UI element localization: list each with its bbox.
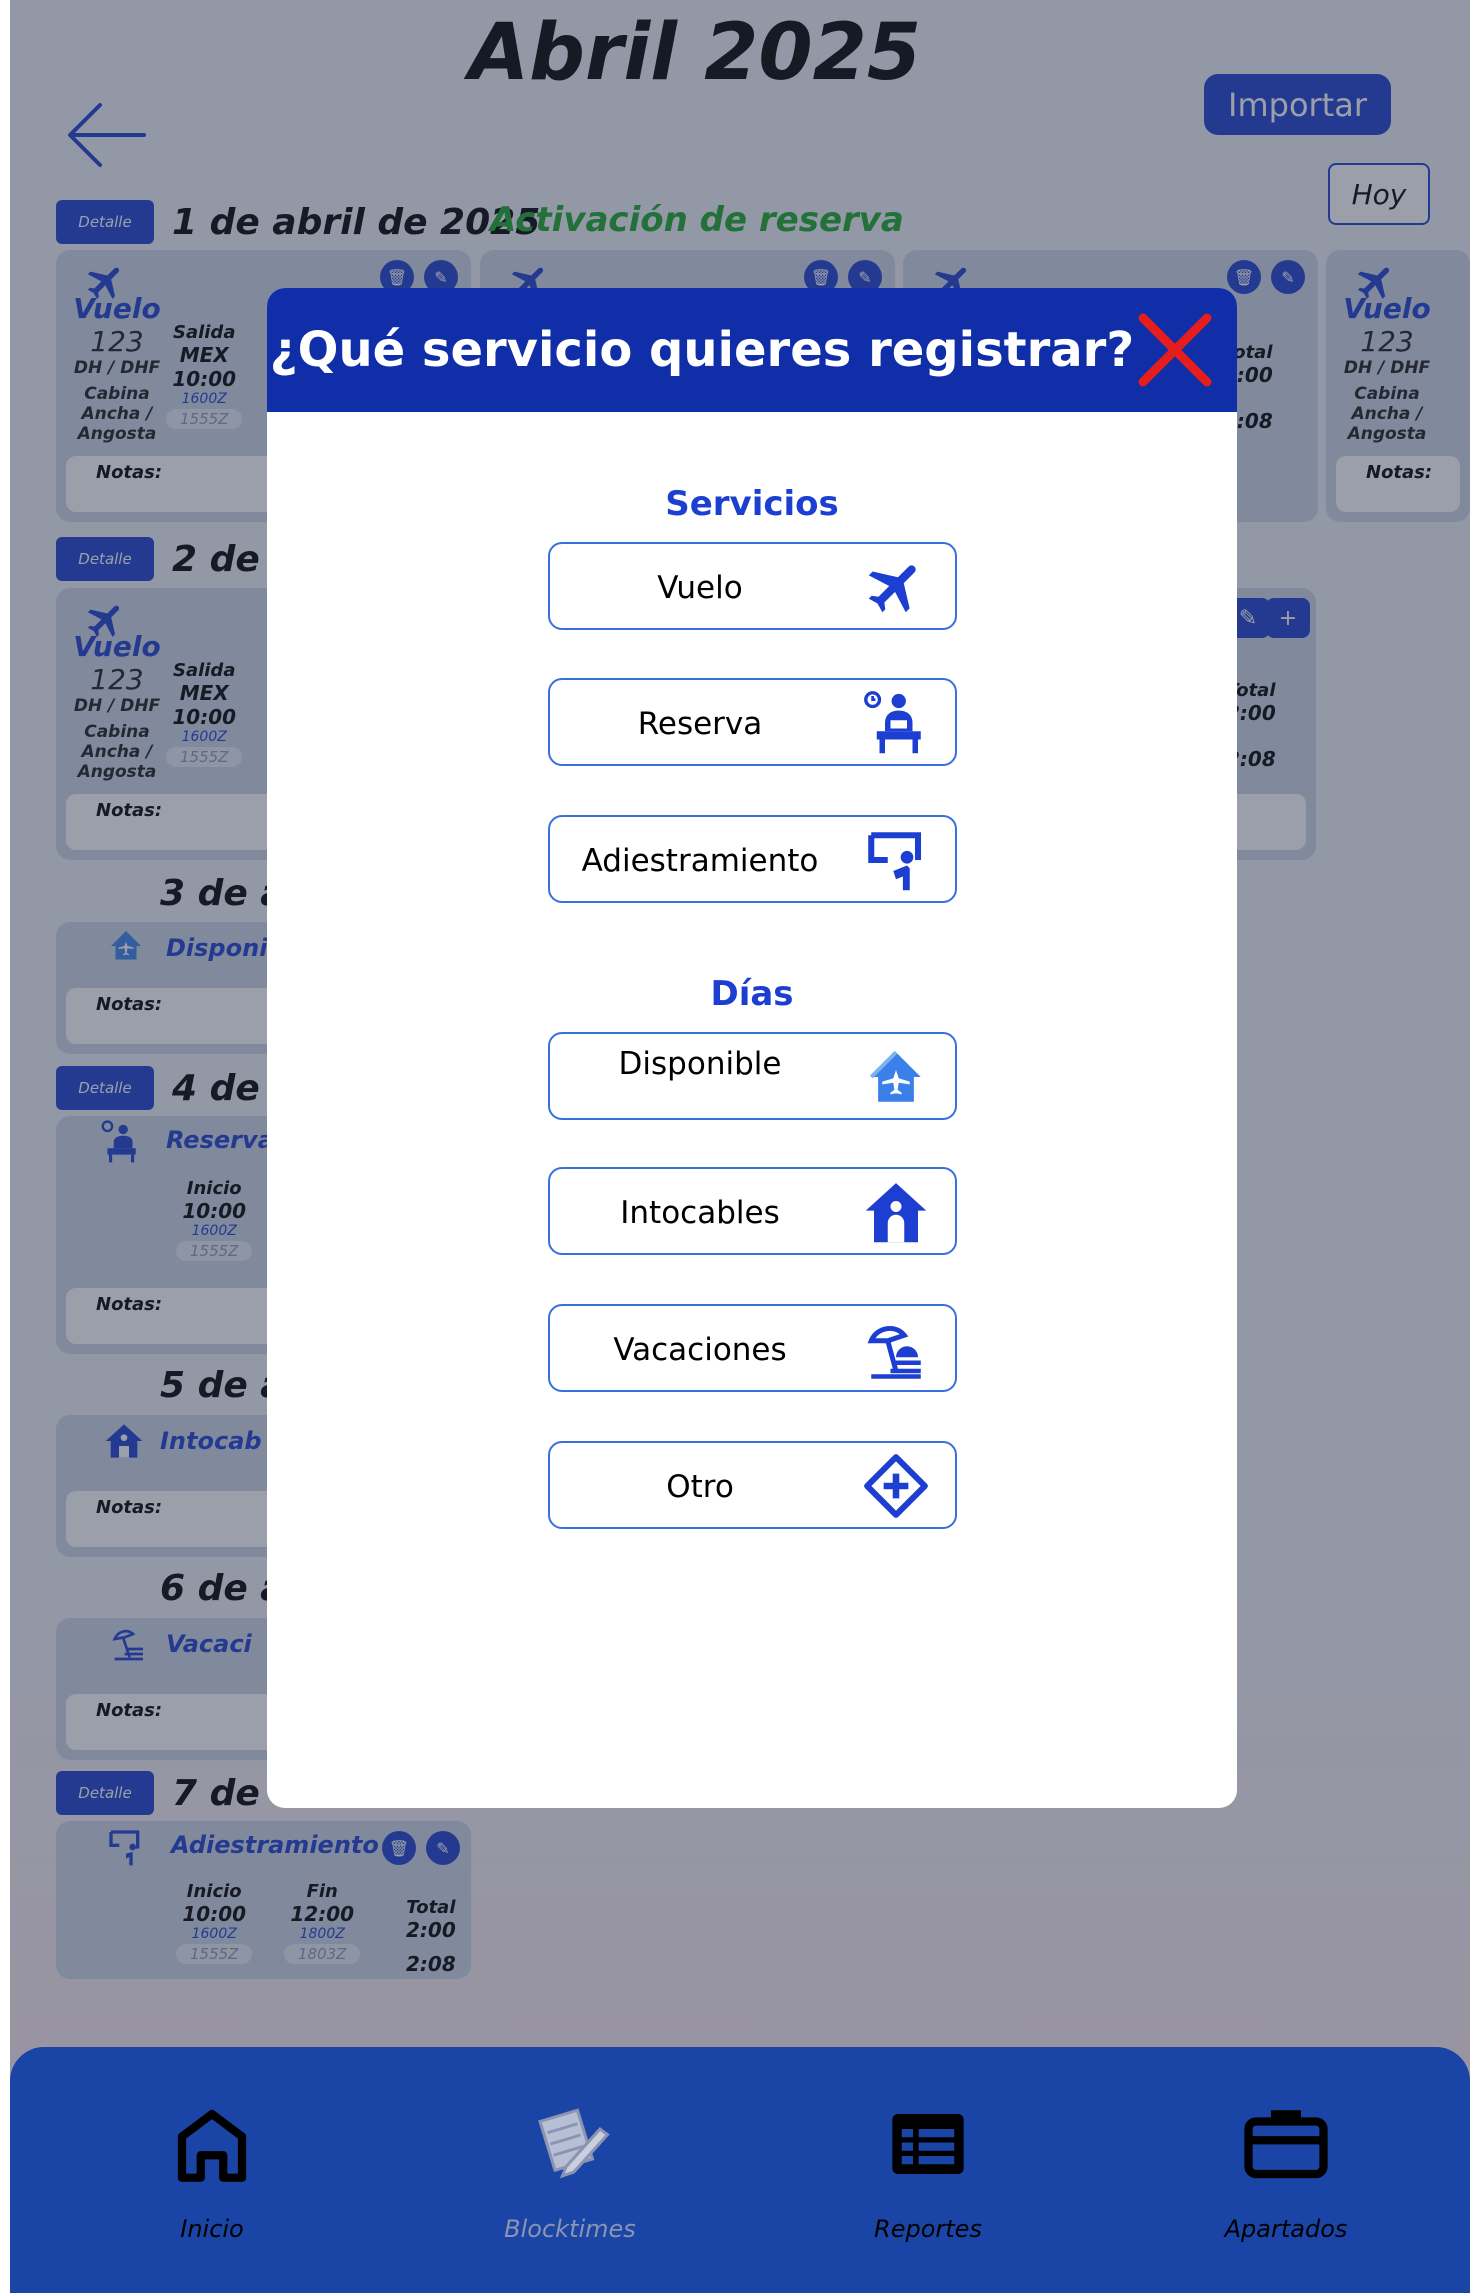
nav-label: Inicio [180,2215,244,2243]
briefcase-icon [1244,2110,1328,2179]
modal-title: ¿Qué servicio quieres registrar? [269,322,1135,378]
days-heading: Días [710,974,794,1014]
option-vuelo-button[interactable]: Vuelo [548,542,957,630]
table-icon [892,2114,964,2174]
option-intocables-button[interactable]: Intocables [548,1167,957,1255]
services-heading: Servicios [665,484,839,524]
nav-item-inicio[interactable]: Inicio [62,2047,362,2293]
option-disponible-button[interactable]: Disponible [548,1032,957,1120]
diamond-plus-icon [864,1454,928,1518]
modal-header: ¿Qué servicio quieres registrar? [267,288,1237,412]
option-label: Adiestramiento [581,843,819,879]
option-label: Disponible [618,1046,782,1082]
option-vacaciones-button[interactable]: Vacaciones [548,1304,957,1392]
nav-label: Reportes [874,2215,982,2243]
option-reserva-button[interactable]: Reserva [548,678,957,766]
option-label: Reserva [637,706,763,742]
training-board-icon [868,832,922,891]
option-adiestramiento-button[interactable]: Adiestramiento [548,815,957,903]
home-airplane-icon [869,1050,921,1102]
option-label: Otro [666,1469,734,1505]
option-label: Intocables [620,1195,780,1231]
bottom-nav: Inicio Blocktimes Reportes Apartados [10,2047,1470,2293]
home-icon [177,2109,247,2182]
service-modal: ¿Qué servicio quieres registrar? Servici… [267,288,1237,1808]
nav-item-blocktimes[interactable]: Blocktimes [420,2047,720,2293]
app-screen: Abril 2025 Importar Hoy Detalle 1 de abr… [10,0,1470,2293]
option-label: Vacaciones [613,1332,787,1368]
close-icon[interactable] [1135,310,1215,390]
beach-umbrella-icon [867,1326,921,1379]
option-label: Vuelo [657,570,743,606]
option-otro-button[interactable]: Otro [548,1441,957,1529]
nav-label: Apartados [1224,2215,1348,2243]
nav-item-reportes[interactable]: Reportes [778,2047,1078,2293]
airplane-icon [868,565,916,613]
nav-label: Blocktimes [504,2215,636,2243]
notepad-pencil-icon [538,2108,610,2179]
nav-item-apartados[interactable]: Apartados [1136,2047,1436,2293]
house-icon [865,1183,927,1243]
reserve-seat-icon [864,691,921,754]
